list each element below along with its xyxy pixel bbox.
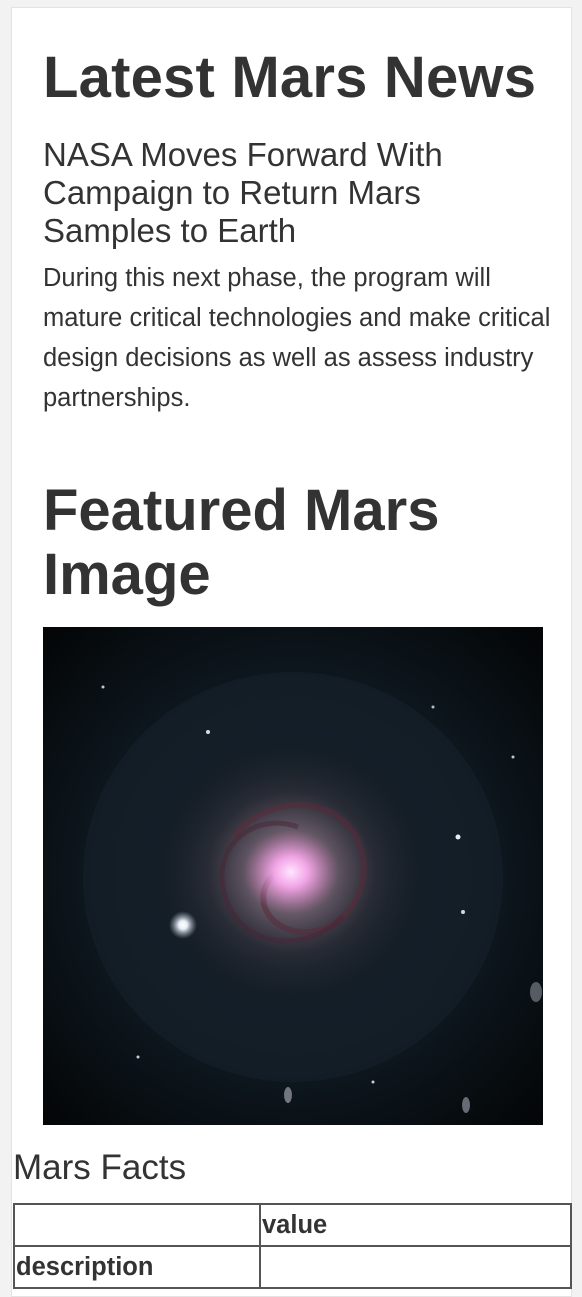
news-section-title: Latest Mars News — [43, 45, 537, 110]
table-header-cell: value — [259, 1203, 572, 1247]
article-title[interactable]: NASA Moves Forward With Campaign to Retu… — [43, 136, 543, 250]
featured-image-title: Featured Mars Image — [43, 478, 440, 607]
table-header-cell — [13, 1203, 261, 1247]
table-cell — [259, 1245, 572, 1289]
featured-mars-image[interactable] — [43, 627, 543, 1125]
page-container: Latest Mars News NASA Moves Forward With… — [11, 7, 572, 1297]
table-row-label: description — [13, 1245, 261, 1289]
table-row: description — [13, 1245, 572, 1289]
spiral-galaxy-image — [43, 627, 543, 1125]
article-teaser: During this next phase, the program will… — [43, 264, 551, 412]
mars-facts-table: value description — [13, 1203, 572, 1289]
table-header-row: value — [13, 1203, 572, 1247]
mars-facts-title: Mars Facts — [13, 1148, 187, 1187]
